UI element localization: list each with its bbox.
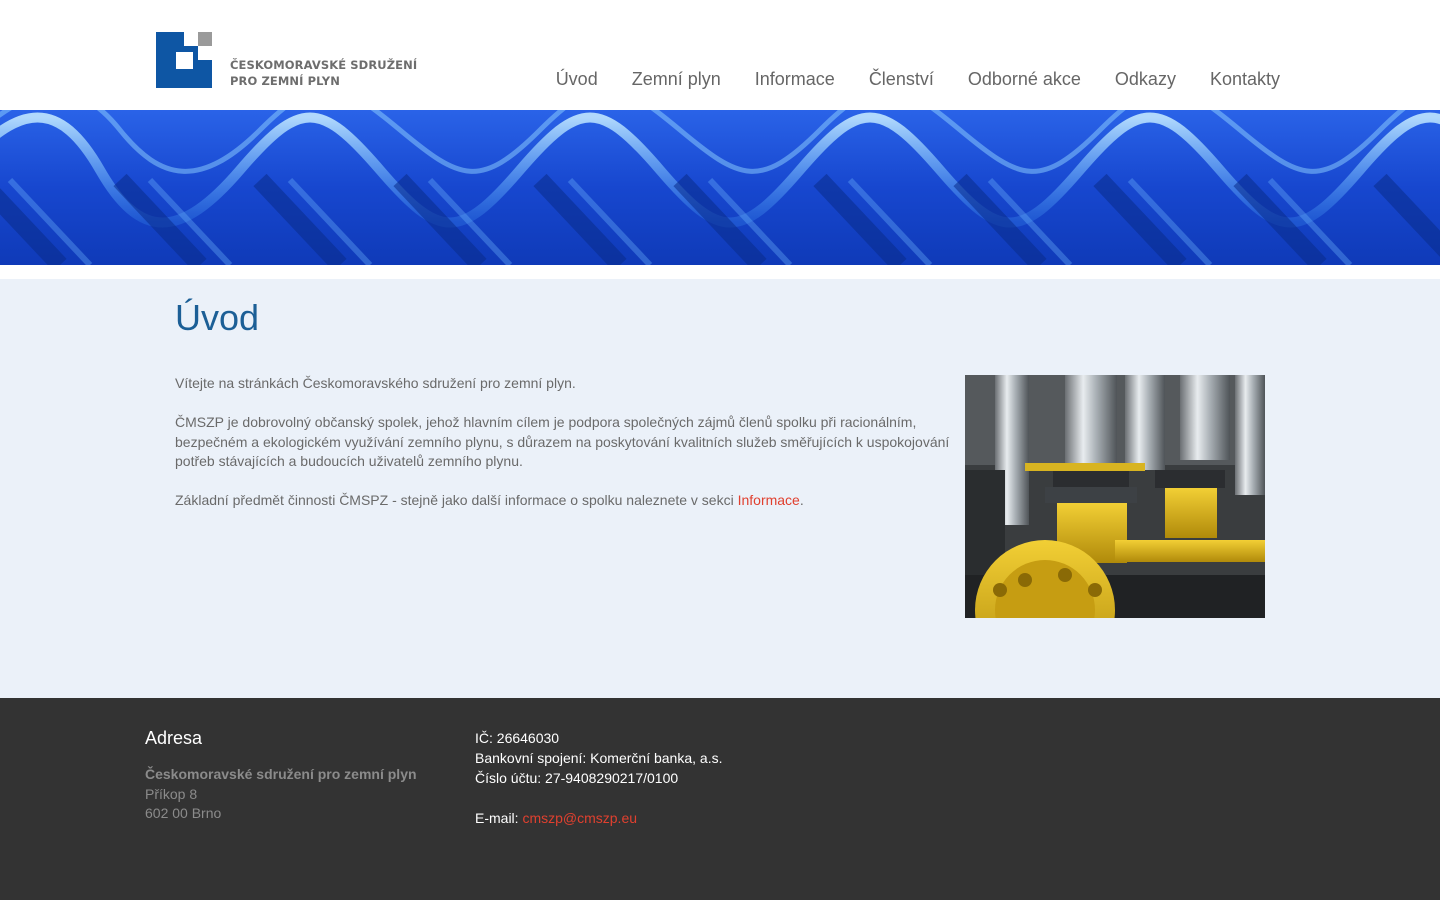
hero-banner-image (0, 110, 1440, 265)
page-title: Úvod (175, 297, 260, 338)
footer-email-link[interactable]: cmszp@cmszp.eu (522, 810, 637, 826)
logo-text: ČESKOMORAVSKÉ SDRUŽENÍ PRO ZEMNÍ PLYN (230, 57, 417, 89)
site-header: ČESKOMORAVSKÉ SDRUŽENÍ PRO ZEMNÍ PLYN Úv… (0, 0, 1440, 110)
informace-link[interactable]: Informace (738, 492, 800, 508)
footer-street: Příkop 8 (145, 785, 198, 802)
logo-mark-icon (156, 32, 212, 88)
footer-ic: IČ: 26646030 (475, 730, 560, 746)
footer-account: Číslo účtu: 27-9408290217/0100 (475, 770, 679, 786)
footer-address-heading: Adresa (145, 728, 203, 748)
intro-paragraph-welcome: Vítejte na stránkách Českomoravského sdr… (175, 375, 576, 391)
footer-company-info: IČ: 26646030 Bankovní spojení: Komerční … (475, 728, 875, 828)
nav-item-kontakty[interactable]: Kontakty (1210, 67, 1280, 91)
main-content: Úvod Vítejte na stránkách Českomoravskéh… (0, 279, 1440, 698)
intro-paragraph-about: ČMSZP je dobrovolný občanský spolek, jeh… (175, 414, 950, 469)
info-text: Základní předmět činnosti ČMSPZ - stejně… (175, 492, 738, 508)
main-nav: Úvod Zemní plyn Informace Členství Odbor… (556, 67, 1280, 91)
intro-paragraph-info: Základní předmět činnosti ČMSPZ - stejně… (175, 491, 955, 511)
site-logo[interactable]: ČESKOMORAVSKÉ SDRUŽENÍ PRO ZEMNÍ PLYN (156, 32, 417, 88)
footer-bank: Bankovní spojení: Komerční banka, a.s. (475, 750, 723, 766)
site-footer: Adresa Českomoravské sdružení pro zemní … (0, 698, 1440, 900)
logo-text-line1: ČESKOMORAVSKÉ SDRUŽENÍ (230, 58, 418, 72)
nav-item-odkazy[interactable]: Odkazy (1115, 67, 1176, 91)
nav-item-clenstvi[interactable]: Členství (869, 67, 934, 91)
footer-email-row: E-mail: cmszp@cmszp.eu (475, 808, 875, 828)
footer-address: Adresa Českomoravské sdružení pro zemní … (145, 726, 445, 824)
nav-item-odborne-akce[interactable]: Odborné akce (968, 67, 1081, 91)
footer-city: 602 00 Brno (145, 805, 222, 821)
gas-pipes-photo (965, 375, 1265, 618)
intro-text: Vítejte na stránkách Českomoravského sdr… (175, 374, 955, 530)
info-text-suffix: . (799, 492, 804, 508)
nav-item-informace[interactable]: Informace (755, 67, 835, 91)
footer-org-name: Českomoravské sdružení pro zemní plyn (145, 766, 417, 782)
nav-item-zemni-plyn[interactable]: Zemní plyn (632, 67, 721, 91)
footer-email-label: E-mail: (475, 810, 523, 826)
logo-text-line2: PRO ZEMNÍ PLYN (230, 74, 340, 88)
nav-item-uvod[interactable]: Úvod (556, 67, 598, 91)
